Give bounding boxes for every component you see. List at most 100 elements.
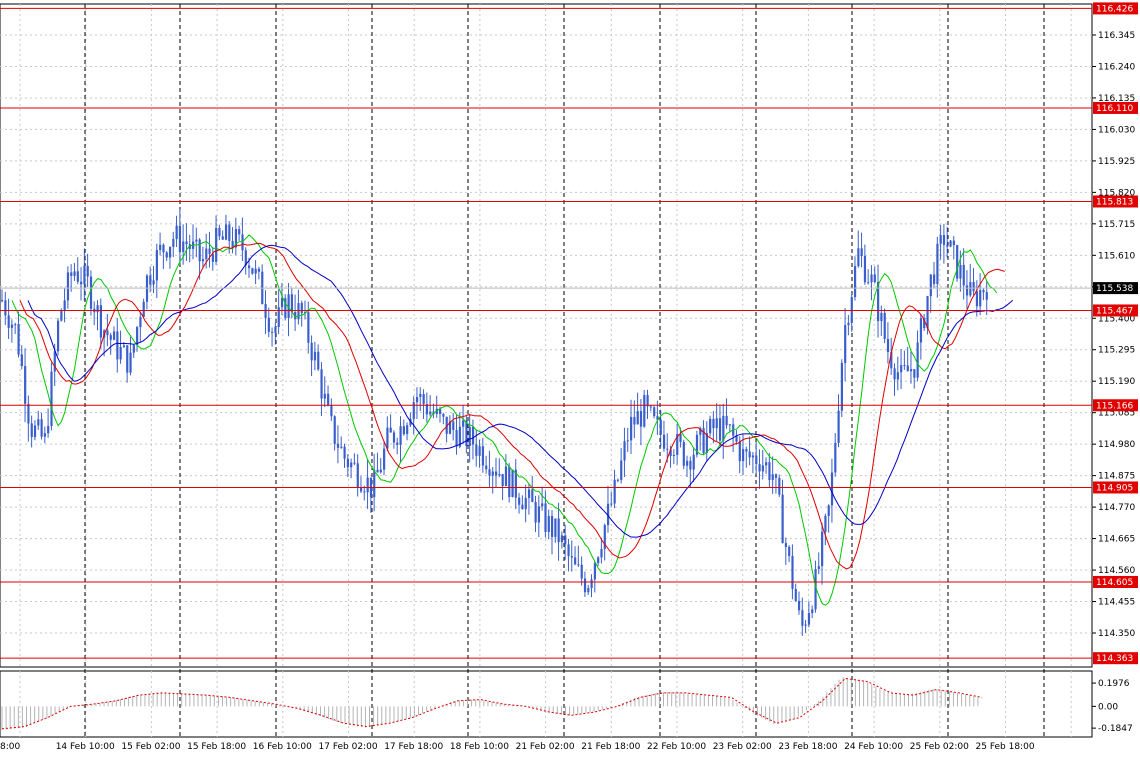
- candle-body: [488, 469, 491, 476]
- y-tick-label: 116.240: [1098, 62, 1135, 72]
- candle-body: [867, 282, 870, 284]
- candle-body: [883, 312, 886, 339]
- osc-tick-label: -0.1847: [1098, 724, 1133, 734]
- candle-body: [323, 393, 326, 399]
- candle-body: [215, 227, 218, 262]
- y-tick-label: 115.295: [1098, 346, 1135, 356]
- y-tick-label: 114.560: [1098, 566, 1135, 576]
- candle-body: [774, 474, 778, 478]
- candle-body: [165, 252, 168, 258]
- candle-body: [442, 414, 445, 417]
- candle-body: [959, 264, 962, 279]
- candle-body: [20, 354, 23, 367]
- candle-body: [758, 464, 761, 472]
- candle-body: [333, 416, 336, 444]
- candle-body: [682, 441, 685, 466]
- candle-body: [422, 393, 425, 405]
- candle-body: [939, 235, 942, 244]
- level-label: 115.467: [1096, 306, 1133, 316]
- candle-body: [70, 272, 73, 276]
- y-tick-label: 114.455: [1098, 598, 1135, 608]
- candle-body: [198, 239, 201, 262]
- candle-body: [672, 454, 676, 457]
- candle-body: [168, 246, 172, 258]
- chart-svg: 116.345116.240116.135116.030115.925115.8…: [0, 2, 1138, 752]
- x-tick-label: 25 Feb 02:00: [910, 742, 969, 752]
- candle-body: [834, 442, 837, 473]
- candle-body: [317, 351, 320, 370]
- candle-body: [122, 345, 126, 348]
- candle-body: [636, 411, 639, 425]
- candle-body: [178, 225, 182, 252]
- candle-body: [481, 446, 485, 466]
- candle-body: [537, 506, 541, 523]
- candle-body: [600, 549, 603, 558]
- candle-body: [475, 444, 478, 456]
- level-label: 116.426: [1096, 4, 1133, 14]
- candle-body: [686, 460, 689, 466]
- candle-body: [4, 300, 7, 316]
- candle-body: [504, 466, 508, 487]
- candle-body: [211, 253, 214, 262]
- candle-body: [962, 264, 965, 286]
- candle-body: [109, 335, 112, 340]
- candle-body: [402, 426, 405, 435]
- candle-body: [248, 265, 251, 269]
- candle-body: [709, 418, 712, 434]
- candle-body: [27, 403, 30, 424]
- candle-body: [979, 290, 982, 307]
- candle-body: [182, 241, 185, 252]
- y-tick-label: 114.665: [1098, 535, 1135, 545]
- candle-body: [666, 448, 669, 450]
- candle-body: [43, 433, 47, 437]
- level-label: 115.166: [1096, 401, 1133, 411]
- candle-body: [254, 268, 257, 274]
- candle-body: [784, 543, 788, 547]
- candle-body: [172, 238, 175, 247]
- candle-body: [297, 303, 300, 320]
- candle-body: [353, 462, 356, 464]
- candle-body: [751, 455, 755, 458]
- candle-body: [692, 454, 695, 470]
- candle-body: [620, 460, 623, 480]
- candle-body: [534, 501, 537, 523]
- candle-body: [10, 324, 14, 328]
- candle-body: [327, 393, 330, 405]
- candle-body: [356, 463, 359, 488]
- candle-body: [518, 497, 521, 505]
- candle-body: [521, 504, 524, 510]
- candle-body: [560, 535, 564, 543]
- candle-body: [185, 241, 188, 245]
- candle-body: [267, 317, 270, 332]
- candle-body: [201, 259, 205, 262]
- candle-body: [557, 518, 560, 543]
- y-tick-label: 115.715: [1098, 220, 1135, 230]
- candle-body: [722, 415, 725, 441]
- candle-body: [972, 282, 975, 292]
- candle-body: [17, 324, 20, 355]
- candle-body: [791, 556, 794, 589]
- candle-body: [807, 613, 811, 625]
- candle-body: [152, 280, 155, 285]
- candle-body: [159, 244, 162, 251]
- y-tick-label: 116.030: [1098, 125, 1135, 135]
- candle-body: [613, 479, 616, 504]
- candle-body: [224, 224, 228, 240]
- candle-body: [320, 369, 323, 399]
- candle-body: [274, 326, 277, 333]
- candle-body: [768, 462, 771, 480]
- candle-body: [310, 342, 313, 361]
- candle-body: [396, 442, 399, 445]
- candle-body: [47, 425, 50, 434]
- candle-body: [778, 477, 781, 495]
- x-tick-label: 18 Feb 10:00: [450, 742, 509, 752]
- x-tick-label: 23 Feb 02:00: [713, 742, 772, 752]
- candle-body: [639, 411, 643, 427]
- candle-body: [965, 285, 969, 296]
- candle-body: [728, 424, 732, 426]
- candle-body: [14, 324, 17, 326]
- candle-body: [643, 395, 646, 427]
- x-tick-label: 25 Feb 18:00: [976, 742, 1035, 752]
- candle-body: [501, 474, 504, 487]
- candle-body: [738, 441, 741, 462]
